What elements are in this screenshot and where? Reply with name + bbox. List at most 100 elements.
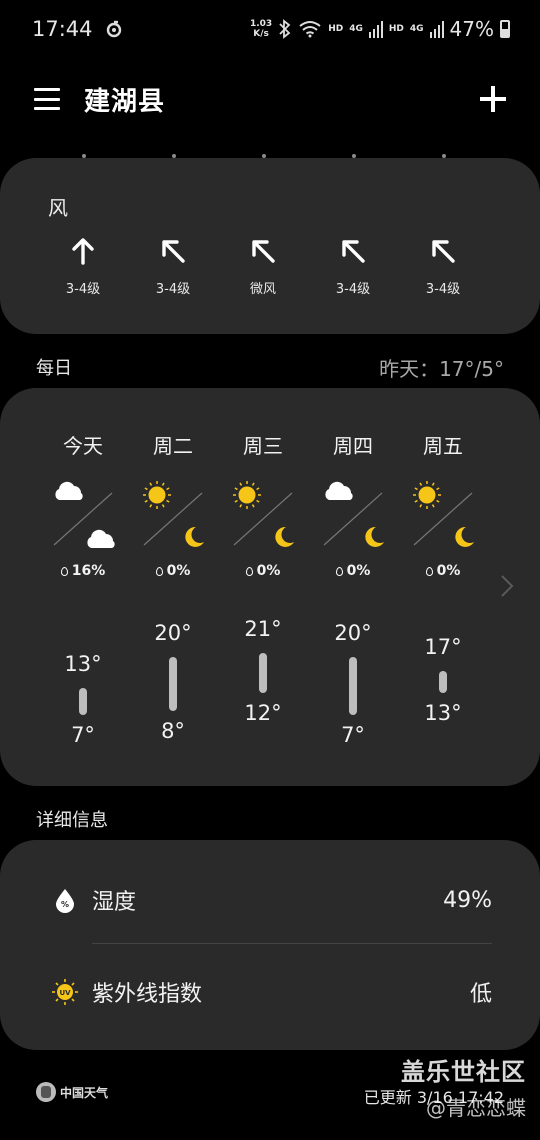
wind-level: 3-4级: [335, 282, 371, 297]
day-column[interactable]: 周四 0% 20° 7°: [308, 388, 398, 786]
humidity-row[interactable]: % 湿度 49%: [0, 854, 540, 946]
battery-icon: [500, 20, 510, 38]
high-temp: 20°: [154, 621, 192, 646]
low-temp: 8°: [161, 718, 185, 743]
precipitation: 0%: [398, 563, 488, 579]
day-name: 周五: [423, 434, 463, 458]
temp-range-bar: [259, 653, 267, 693]
wind-level: 3-4级: [425, 282, 461, 297]
svg-text:%: %: [61, 900, 69, 909]
network-speed-value: 1.03: [249, 19, 273, 29]
wind-item: 3-4级: [38, 236, 128, 297]
page-title: 建湖县: [84, 86, 166, 117]
wind-level: 微风: [249, 282, 276, 297]
day-column[interactable]: 周二 0% 20° 8°: [128, 388, 218, 786]
night-weather-icon: [180, 524, 206, 554]
night-moon-icon: [185, 526, 204, 547]
status-time: 17:44: [32, 17, 93, 41]
temp-range-bar: [349, 657, 357, 715]
precipitation-value: 0%: [166, 563, 191, 579]
night-weather-icon: [270, 524, 296, 554]
night-moon-icon: [455, 526, 474, 547]
network-speed-unit: K/s: [253, 29, 269, 39]
logo-text: 中国天气: [60, 1085, 109, 1100]
divider: [92, 943, 492, 944]
wind-level: 3-4级: [155, 282, 191, 297]
logo-mark-icon: [36, 1082, 56, 1102]
high-temp: 13°: [64, 652, 102, 677]
sim1-network: 4G: [349, 24, 363, 34]
humidity-drop-icon: %: [56, 889, 74, 913]
wind-item: 3-4级: [308, 236, 398, 297]
precipitation: 0%: [128, 563, 218, 579]
sim2-network: 4G: [409, 24, 424, 34]
menu-icon[interactable]: [34, 88, 60, 110]
day-column[interactable]: 周五 0% 17° 13°: [398, 388, 488, 786]
details-title: 详细信息: [36, 810, 108, 831]
night-weather-icon: [84, 528, 118, 554]
chevron-right-icon[interactable]: [500, 574, 514, 598]
wind-label: 风: [48, 196, 68, 220]
wifi-icon: [299, 21, 321, 38]
scroll-indicator: [0, 154, 540, 162]
wind-card: 风 3-4级 3-4级 微风 3-4级 3-4级: [0, 154, 540, 334]
arrow-up-left-icon: [252, 240, 275, 263]
uv-sun-icon: UV: [52, 979, 78, 1005]
raindrop-icon: [425, 567, 433, 576]
watermark-title: 盖乐世社区: [401, 1058, 526, 1086]
wind-item: 微风: [218, 236, 308, 297]
wind-item: 3-4级: [398, 236, 488, 297]
add-location-icon[interactable]: [480, 86, 506, 112]
details-card: % 湿度 49% UV 紫外线指数 低: [0, 840, 540, 1050]
high-temp: 17°: [424, 634, 462, 659]
night-moon-icon: [275, 526, 294, 547]
low-temp: 7°: [341, 723, 365, 747]
low-temp: 12°: [244, 700, 282, 725]
sim1-hd: HD: [328, 24, 344, 34]
raindrop-icon: [335, 567, 343, 576]
uv-label: 紫外线指数: [92, 982, 203, 1007]
night-weather-icon: [360, 524, 386, 554]
weather-china-logo[interactable]: 中国天气: [36, 1082, 108, 1102]
temp-range-bar: [439, 670, 447, 693]
day-column[interactable]: 周三 0% 21° 12°: [218, 388, 308, 786]
watermark-author: @青恋恋蝶: [426, 1096, 526, 1120]
low-temp: 13°: [424, 700, 462, 725]
bluetooth-icon: [279, 19, 291, 39]
precipitation: 16%: [38, 563, 128, 579]
day-column[interactable]: 今天 16% 13° 7°: [38, 388, 128, 786]
temp-range-bar: [79, 688, 87, 715]
humidity-value: 49%: [443, 887, 492, 913]
network-speed: 1.03 K/s: [250, 19, 272, 39]
svg-text:UV: UV: [59, 989, 71, 997]
sim2-hd: HD: [388, 24, 404, 34]
uv-row[interactable]: UV 紫外线指数 低: [0, 946, 540, 1038]
app-bar: 建湖县: [0, 68, 540, 130]
arrow-up-icon: [72, 238, 94, 265]
raindrop-icon: [245, 567, 253, 576]
signal-icon: [429, 21, 444, 38]
high-temp: 21°: [244, 617, 282, 641]
daily-forecast-card[interactable]: 今天 16% 13° 7° 周二 0% 20° 8° 周三 0% 21° 12° 周四 0% 20°…: [0, 388, 540, 786]
high-temp: 20°: [334, 621, 372, 646]
day-name: 周二: [153, 434, 193, 458]
precipitation-value: 0%: [346, 563, 371, 579]
temp-range-bar: [169, 657, 177, 711]
night-weather-icon: [450, 524, 476, 554]
day-name: 今天: [63, 434, 103, 458]
raindrop-icon: [155, 567, 163, 576]
daily-header: 每日 昨天：17°/5°: [0, 352, 540, 382]
humidity-label: 湿度: [92, 890, 137, 915]
status-bar: 17:44 1.03 K/s HD 4G HD 4G 47%: [0, 0, 540, 58]
precipitation: 0%: [218, 563, 308, 579]
yesterday-temps: 昨天：17°/5°: [379, 356, 504, 381]
night-cloud-icon: [87, 529, 115, 548]
uv-value: 低: [469, 982, 492, 1007]
low-temp: 7°: [71, 723, 95, 747]
precipitation-value: 16%: [71, 563, 106, 579]
precipitation-value: 0%: [436, 563, 461, 579]
arrow-up-left-icon: [432, 240, 455, 263]
raindrop-icon: [60, 567, 68, 576]
footer: 中国天气 已更新 3/16 17:42 盖乐世社区 @青恋恋蝶: [0, 1058, 540, 1140]
day-name: 周三: [243, 434, 283, 458]
